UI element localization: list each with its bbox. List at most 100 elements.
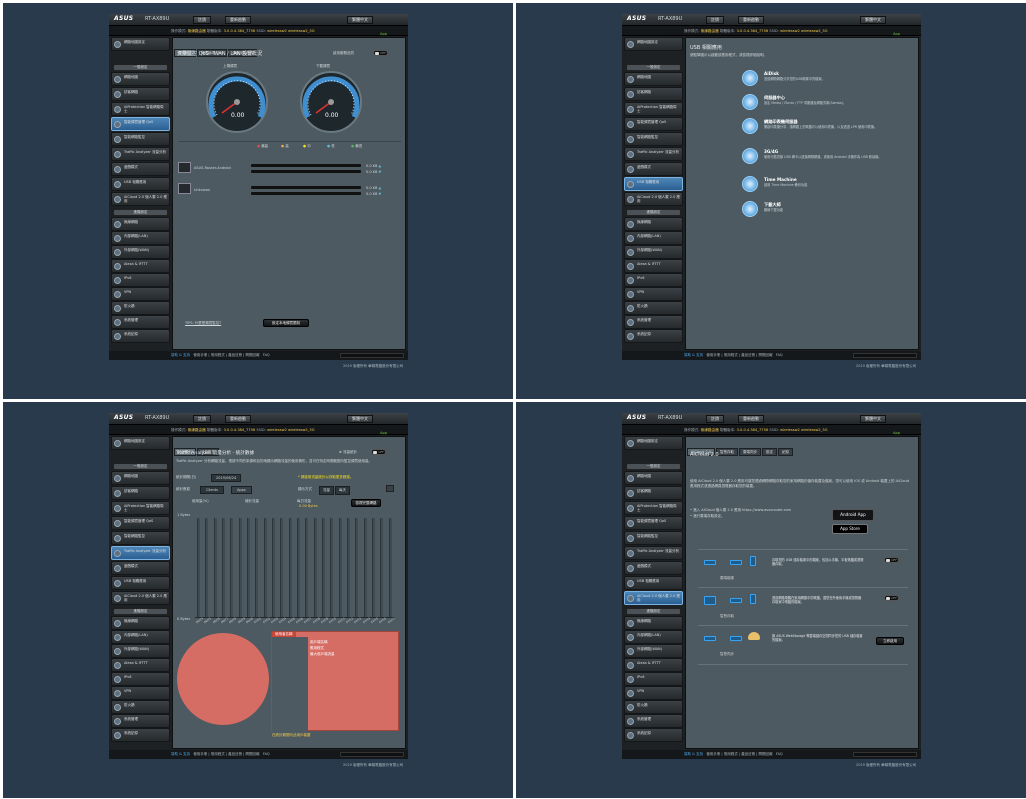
faq-search[interactable] xyxy=(340,353,404,358)
logout-button[interactable]: 註銷 xyxy=(193,16,211,24)
sidebar-item[interactable]: 遊戲模式 xyxy=(111,162,170,176)
sidebar-item[interactable]: 遊戲模式 xyxy=(111,561,170,575)
sidebar-item[interactable]: 網路地圖 xyxy=(624,72,683,86)
sidebar-item[interactable]: 系統記錄 xyxy=(624,329,683,343)
tab[interactable]: 設定 xyxy=(762,448,778,456)
sidebar-item[interactable]: Traffic Analyzer 流量分析 xyxy=(111,546,170,560)
sidebar-item[interactable]: USB 相關應用 xyxy=(624,177,683,191)
sidebar-item[interactable]: 網路地圖 xyxy=(111,471,170,485)
logout-button[interactable]: 註銷 xyxy=(706,415,724,423)
sidebar-item[interactable]: Traffic Analyzer 流量分析 xyxy=(111,147,170,161)
sidebar-item[interactable]: 無線網路 xyxy=(111,217,170,231)
tab[interactable]: 紀錄 xyxy=(778,448,794,456)
sidebar-item[interactable]: 系統記錄 xyxy=(624,728,683,742)
tab[interactable]: 雲端同步 xyxy=(739,448,762,456)
sidebar-item[interactable]: AiProtection 智能網路衛士 xyxy=(624,102,683,116)
smart-access-toggle[interactable]: OFF xyxy=(884,595,899,601)
traffic-toggle[interactable]: OFF xyxy=(371,449,386,455)
sidebar-item[interactable]: AiProtection 智能網路衛士 xyxy=(111,501,170,515)
reboot-button[interactable]: 重新啟動 xyxy=(225,16,251,24)
sidebar-item[interactable]: USB 相關應用 xyxy=(111,576,170,590)
sidebar-item[interactable]: 無線網路 xyxy=(624,616,683,630)
sidebar-item[interactable]: Traffic Analyzer 流量分析 xyxy=(624,147,683,161)
sidebar-item[interactable]: 智能頻寬管理 QoS xyxy=(111,117,170,131)
sidebar-item[interactable]: 訪客網路 xyxy=(111,486,170,500)
sidebar-item[interactable]: 遊戲模式 xyxy=(624,561,683,575)
sidebar-item[interactable]: 智能網路監控 xyxy=(111,531,170,545)
sidebar-item[interactable]: 智能頻寬管理 QoS xyxy=(624,117,683,131)
sidebar-item[interactable]: 系統記錄 xyxy=(111,329,170,343)
sidebar-item[interactable]: Traffic Analyzer 流量分析 xyxy=(624,546,683,560)
sidebar-item[interactable]: Alexa & IFTTT xyxy=(624,259,683,273)
sidebar-item[interactable]: 網路地圖 xyxy=(624,471,683,485)
sidebar-item[interactable]: 智能網路監控 xyxy=(111,132,170,146)
sidebar-item[interactable]: AiProtection 智能網路衛士 xyxy=(624,501,683,515)
sidebar-item[interactable]: 系統記錄 xyxy=(111,728,170,742)
sidebar-item[interactable]: 系統管理 xyxy=(111,714,170,728)
sidebar-item[interactable]: 系統管理 xyxy=(624,315,683,329)
period-input[interactable]: 2019/06/24 xyxy=(211,474,242,482)
sidebar-item[interactable]: USB 相關應用 xyxy=(624,576,683,590)
sidebar-item[interactable]: 訪客網路 xyxy=(624,87,683,101)
reboot-button[interactable]: 重新啟動 xyxy=(738,415,764,423)
sidebar-item[interactable]: 外部網路(WAN) xyxy=(111,245,170,259)
apply-button[interactable]: 設定本地頻寬限制 xyxy=(263,319,309,327)
sidebar-item[interactable]: 訪客網路 xyxy=(624,486,683,500)
sidebar-item[interactable]: IPv6 xyxy=(624,273,683,287)
sidebar-item[interactable]: VPN xyxy=(111,686,170,700)
sidebar-item[interactable]: IPv6 xyxy=(111,672,170,686)
sidebar-item[interactable]: 內部網路(LAN) xyxy=(624,630,683,644)
sidebar-item[interactable]: 遊戲模式 xyxy=(624,162,683,176)
sidebar-setup[interactable]: 網路地圖設定 xyxy=(111,436,170,450)
sidebar-item[interactable]: AiCloud 2.0 個人雲 2.0 應用 xyxy=(624,591,683,605)
sidebar-item[interactable]: 外部網路(WAN) xyxy=(111,644,170,658)
reboot-button[interactable]: 重新啟動 xyxy=(738,16,764,24)
android-app-button[interactable]: Android App xyxy=(832,509,874,521)
sidebar-item[interactable]: VPN xyxy=(111,287,170,301)
sidebar-item[interactable]: 防火牆 xyxy=(111,700,170,714)
sidebar-item[interactable]: AiCloud 2.0 個人雲 2.0 應用 xyxy=(111,591,170,605)
tips-link[interactable]: TIPS: 什麼是頻寬監控? xyxy=(185,321,221,326)
logout-button[interactable]: 註銷 xyxy=(706,16,724,24)
sidebar-item[interactable]: Alexa & IFTTT xyxy=(624,658,683,672)
sidebar-item[interactable]: 防火牆 xyxy=(111,301,170,315)
apps-tab[interactable]: Apps xyxy=(231,486,252,494)
sidebar-item[interactable]: USB 相關應用 xyxy=(111,177,170,191)
sidebar-item[interactable]: IPv6 xyxy=(624,672,683,686)
sidebar-setup[interactable]: 網路地圖設定 xyxy=(624,436,683,450)
sidebar-item[interactable]: IPv6 xyxy=(111,273,170,287)
sidebar-item[interactable]: AiCloud 2.0 個人雲 2.0 應用 xyxy=(111,192,170,206)
faq-search[interactable] xyxy=(340,752,404,757)
language-select[interactable]: 繁體中文 xyxy=(860,415,886,423)
sidebar-item[interactable]: 外部網路(WAN) xyxy=(624,245,683,259)
sidebar-item[interactable]: 無線網路 xyxy=(111,616,170,630)
cloud-disk-toggle[interactable]: OFF xyxy=(884,557,899,563)
sidebar-item[interactable]: 系統管理 xyxy=(111,315,170,329)
language-select[interactable]: 繁體中文 xyxy=(347,16,373,24)
sidebar-item[interactable]: 智能頻寬管理 QoS xyxy=(111,516,170,530)
faq-search[interactable] xyxy=(853,752,917,757)
tab[interactable]: 智慧存取 xyxy=(716,448,739,456)
enable-sync-button[interactable]: 立即啟用 xyxy=(876,637,904,645)
sidebar-item[interactable]: 網路地圖 xyxy=(111,72,170,86)
language-select[interactable]: 繁體中文 xyxy=(860,16,886,24)
sidebar-setup[interactable]: 網路地圖設定 xyxy=(111,37,170,51)
app-store-button[interactable]: App Store xyxy=(832,524,868,534)
sidebar-item[interactable]: 智能網路監控 xyxy=(624,531,683,545)
sidebar-item[interactable]: 外部網路(WAN) xyxy=(624,644,683,658)
sidebar-item[interactable]: 智能頻寬管理 QoS xyxy=(624,516,683,530)
sidebar-item[interactable]: VPN xyxy=(624,287,683,301)
clients-tab[interactable]: Clients xyxy=(200,486,224,494)
language-select[interactable]: 繁體中文 xyxy=(347,415,373,423)
view-button[interactable]: 檢視完整網路 xyxy=(351,499,381,507)
sidebar-item[interactable]: 內部網路(LAN) xyxy=(111,231,170,245)
reboot-button[interactable]: 重新啟動 xyxy=(225,415,251,423)
sidebar-item[interactable]: 內部網路(LAN) xyxy=(111,630,170,644)
qos-toggle[interactable]: OFF xyxy=(373,50,388,56)
sidebar-item[interactable]: 防火牆 xyxy=(624,700,683,714)
period-select[interactable]: 每天 xyxy=(335,486,350,495)
refresh-icon[interactable] xyxy=(386,485,394,492)
sidebar-item[interactable]: 無線網路 xyxy=(624,217,683,231)
sidebar-item[interactable]: VPN xyxy=(624,686,683,700)
sidebar-item[interactable]: 防火牆 xyxy=(624,301,683,315)
